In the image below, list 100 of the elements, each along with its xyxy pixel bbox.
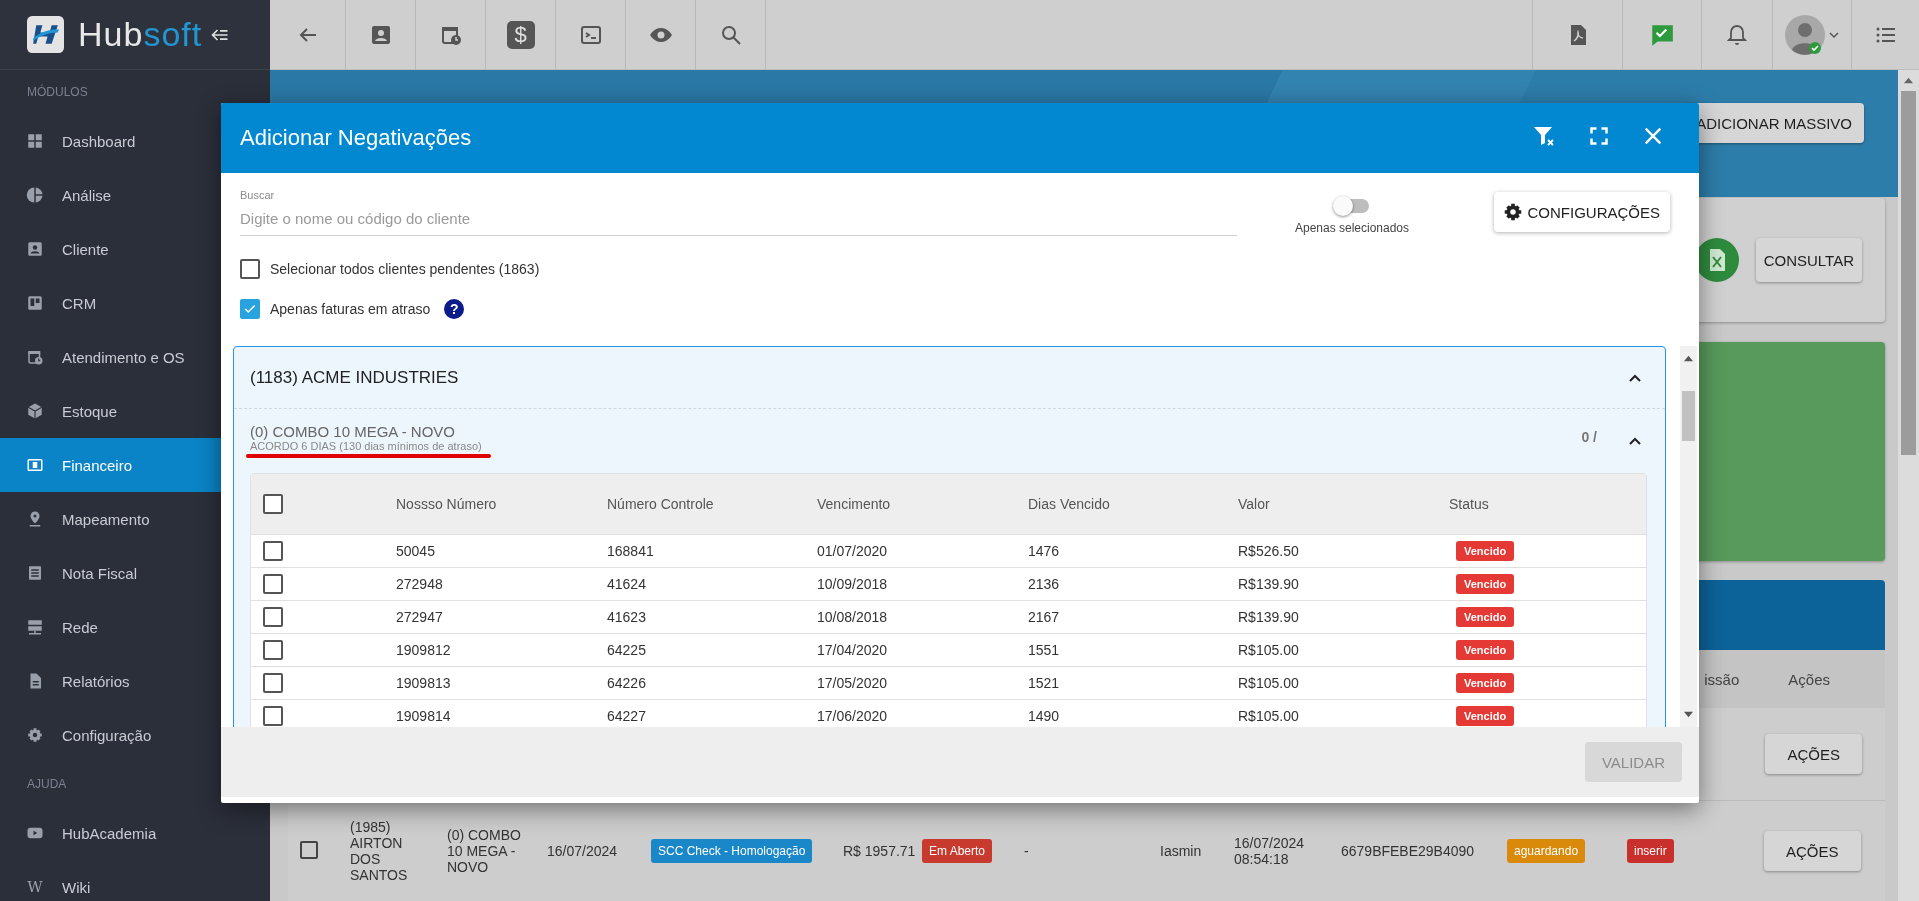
sidebar-item[interactable]: Nota Fiscal bbox=[0, 546, 270, 600]
actions-button[interactable]: AÇÕES bbox=[1765, 734, 1862, 774]
plan-title[interactable]: (0) COMBO 10 MEGA - NOVO bbox=[250, 423, 1582, 440]
table-cell-text: 1909812 bbox=[396, 642, 452, 658]
sidebar-item[interactable]: W Wiki bbox=[0, 860, 270, 901]
dollar-icon: $ bbox=[506, 20, 535, 49]
table-cell-text: 64226 bbox=[607, 675, 647, 691]
status-badge: Vencido bbox=[1456, 706, 1515, 726]
sidebar-item[interactable]: Configuração bbox=[0, 708, 270, 762]
dialog-title: Adicionar Negativações bbox=[240, 125, 473, 151]
table-cell-text: 168841 bbox=[607, 543, 655, 559]
logo-icon bbox=[27, 16, 64, 53]
table-cell-text: 64227 bbox=[607, 708, 647, 724]
server-icon bbox=[26, 618, 44, 636]
table-cell: Iasmin bbox=[1160, 843, 1202, 859]
checkbox[interactable] bbox=[263, 640, 283, 660]
table-cell-text: 64225 bbox=[607, 642, 647, 658]
table-cell-text: 2136 bbox=[1028, 576, 1061, 592]
table-cell-text: R$105.00 bbox=[1238, 642, 1300, 658]
scrollbar-thumb[interactable] bbox=[1901, 91, 1916, 455]
sidebar-item[interactable]: Relatórios bbox=[0, 654, 270, 708]
column-header: Status bbox=[1449, 496, 1490, 512]
document-icon bbox=[26, 564, 44, 582]
scrollbar[interactable] bbox=[1680, 346, 1697, 727]
section-label: MÓDULOS bbox=[27, 85, 88, 99]
table-cell-text: 1490 bbox=[1028, 708, 1061, 724]
scrollbar-thumb[interactable] bbox=[1682, 391, 1695, 441]
table-cell-text: 1909814 bbox=[396, 708, 452, 724]
table-cell-text: R$105.00 bbox=[1238, 675, 1300, 691]
validate-button: VALIDAR bbox=[1584, 742, 1682, 782]
table-cell: - bbox=[1024, 843, 1029, 859]
sidebar-item[interactable]: Mapeamento bbox=[0, 492, 270, 546]
table-cell-text: 10/08/2018 bbox=[817, 609, 889, 625]
avatar-icon bbox=[1785, 14, 1825, 55]
scroll-down-icon bbox=[1684, 710, 1693, 719]
settings-icon bbox=[26, 726, 44, 744]
banknote-icon bbox=[26, 456, 44, 474]
status-badge: Vencido bbox=[1456, 607, 1515, 627]
checkbox[interactable] bbox=[263, 607, 283, 627]
table-cell-text: 1909813 bbox=[396, 675, 452, 691]
sidebar-item[interactable]: HubAcademia bbox=[0, 806, 270, 860]
help-icon[interactable]: ? bbox=[444, 299, 465, 319]
table-cell-text: 41624 bbox=[607, 576, 647, 592]
column-header: Ações bbox=[1788, 670, 1830, 688]
status-badge: Vencido bbox=[1456, 640, 1515, 660]
fullscreen-icon bbox=[1589, 126, 1609, 146]
table-cell-text: (0) COMBO 10 MEGA - NOVO bbox=[447, 827, 522, 875]
calendar-clock-icon bbox=[26, 348, 44, 366]
caret-icon bbox=[1829, 29, 1839, 40]
column-header: Nossso Número bbox=[396, 496, 498, 512]
column-header: Vencimento bbox=[817, 496, 892, 512]
checkbox[interactable] bbox=[240, 299, 260, 319]
table-cell-text: 1551 bbox=[1028, 642, 1061, 658]
sidebar-item[interactable]: Rede bbox=[0, 600, 270, 654]
status-badge: aguardando bbox=[1507, 839, 1586, 863]
checkbox[interactable] bbox=[263, 706, 283, 726]
consult-button[interactable]: CONSULTAR bbox=[1755, 238, 1862, 282]
checkbox-label: Apenas faturas em atraso bbox=[270, 301, 431, 317]
toggle-label: Apenas selecionados bbox=[1294, 221, 1410, 235]
sidebar-item[interactable]: CRM bbox=[0, 276, 270, 330]
money-button[interactable]: $ bbox=[486, 0, 556, 69]
checkbox[interactable] bbox=[300, 840, 318, 859]
table-cell-text: 272947 bbox=[396, 609, 444, 625]
selection-count: 0 / bbox=[1581, 429, 1597, 445]
field-label: Buscar bbox=[240, 189, 276, 201]
toggle-switch[interactable] bbox=[1335, 199, 1369, 213]
table-cell-text: R$105.00 bbox=[1238, 708, 1300, 724]
scroll-up-icon bbox=[1904, 76, 1913, 85]
brand-name: Hubsoft bbox=[78, 15, 203, 54]
table-cell-text: 16/07/2024 08:54:18 bbox=[1234, 835, 1306, 867]
table-cell-text: (1985) AIRTON DOS SANTOS bbox=[350, 819, 409, 883]
checkbox[interactable] bbox=[263, 494, 283, 514]
table-cell-text: R$139.90 bbox=[1238, 609, 1300, 625]
table-cell-text: 10/09/2018 bbox=[817, 576, 889, 592]
client-title[interactable]: (1183) ACME INDUSTRIES bbox=[250, 367, 1627, 388]
table-cell: 16/07/2024 bbox=[547, 843, 618, 859]
checkbox[interactable] bbox=[263, 673, 283, 693]
table-cell-text: 2167 bbox=[1028, 609, 1061, 625]
table-cell-text: 41623 bbox=[607, 609, 647, 625]
actions-button[interactable]: AÇÕES bbox=[1764, 831, 1861, 871]
status-badge: SCC Check - Homologação bbox=[651, 839, 813, 863]
scrollbar[interactable] bbox=[1898, 70, 1919, 901]
table-cell-text: 50045 bbox=[396, 543, 436, 559]
filter-clear-icon bbox=[1532, 124, 1556, 148]
column-header: Número Controle bbox=[607, 496, 715, 512]
status-badge: Em Aberto bbox=[922, 839, 993, 863]
checkbox-label: Selecionar todos clientes pendentes (1863) bbox=[270, 261, 540, 277]
board-icon bbox=[26, 294, 44, 312]
search-field[interactable]: Digite o nome ou código do cliente bbox=[240, 210, 1237, 236]
checkbox[interactable] bbox=[263, 574, 283, 594]
column-header: Valor bbox=[1238, 496, 1271, 512]
checkbox[interactable] bbox=[263, 541, 283, 561]
settings-button[interactable]: CONFIGURAÇÕES bbox=[1494, 192, 1670, 232]
checkbox[interactable] bbox=[240, 259, 260, 279]
status-badge: Vencido bbox=[1456, 673, 1515, 693]
bell-icon bbox=[1725, 22, 1749, 47]
table-cell: 6679BFEBE29B4090 bbox=[1341, 843, 1475, 859]
table-cell-text: 17/06/2020 bbox=[817, 708, 889, 724]
check-icon bbox=[243, 302, 257, 316]
column-header: issão bbox=[1704, 670, 1740, 688]
